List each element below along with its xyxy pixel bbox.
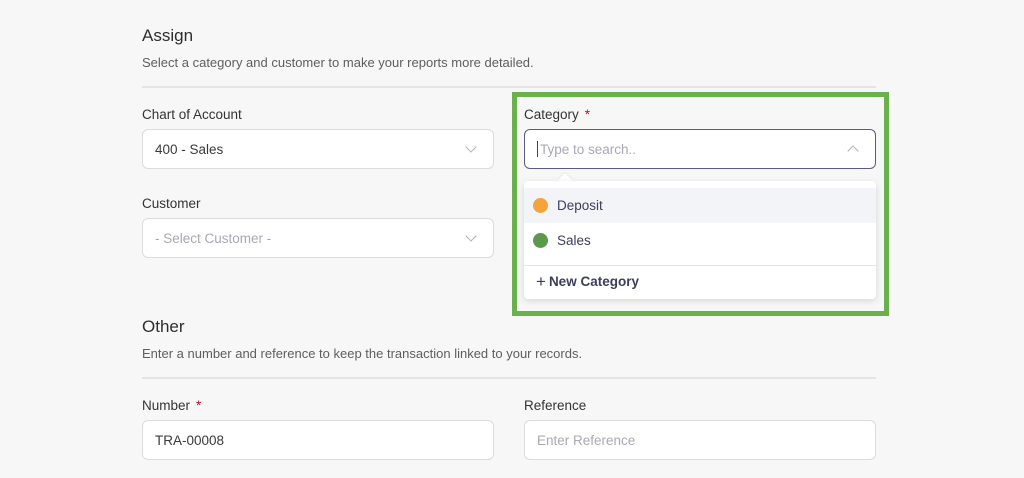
category-search-input[interactable]: Type to search.. (524, 129, 876, 169)
customer-placeholder: - Select Customer - (155, 230, 272, 246)
chart-of-account-value: 400 - Sales (155, 141, 224, 157)
other-divider (142, 377, 876, 379)
category-option-deposit[interactable]: Deposit (524, 188, 876, 223)
other-section-description: Enter a number and reference to keep the… (142, 346, 583, 361)
new-category-label: New Category (548, 274, 639, 289)
dropdown-divider (524, 265, 876, 266)
chart-of-account-select[interactable]: 400 - Sales (142, 129, 494, 169)
assign-section-description: Select a category and customer to make y… (142, 55, 534, 70)
customer-label: Customer (142, 196, 201, 211)
number-input[interactable]: TRA-00008 (142, 420, 494, 460)
category-option-sales[interactable]: Sales (524, 223, 876, 258)
assign-divider (142, 86, 876, 88)
category-dropdown: Deposit Sales + New Category (524, 181, 876, 299)
required-marker: * (584, 107, 591, 122)
reference-placeholder: Enter Reference (537, 432, 636, 448)
reference-label: Reference (524, 398, 587, 413)
chevron-up-icon (847, 145, 859, 157)
customer-select[interactable]: - Select Customer - (142, 218, 494, 258)
chevron-down-icon (465, 230, 477, 242)
category-label-text: Category (524, 107, 579, 122)
plus-icon: + (536, 272, 546, 291)
chevron-down-icon (465, 141, 477, 153)
chart-of-account-label: Chart of Account (142, 107, 242, 122)
deposit-color-dot-icon (533, 198, 548, 213)
text-caret (537, 141, 538, 157)
category-search-placeholder: Type to search.. (540, 141, 637, 157)
sales-color-dot-icon (533, 233, 548, 248)
category-option-label: Sales (557, 233, 591, 248)
number-label: Number * (142, 398, 201, 413)
other-section-title: Other (142, 317, 185, 336)
category-label: Category * (524, 107, 590, 122)
number-label-text: Number (142, 398, 191, 413)
assign-section-title: Assign (142, 26, 194, 45)
new-category-button[interactable]: + New Category (536, 273, 639, 290)
number-value: TRA-00008 (155, 432, 225, 448)
required-marker: * (196, 398, 202, 413)
reference-input[interactable]: Enter Reference (524, 420, 876, 460)
category-option-label: Deposit (557, 198, 603, 213)
